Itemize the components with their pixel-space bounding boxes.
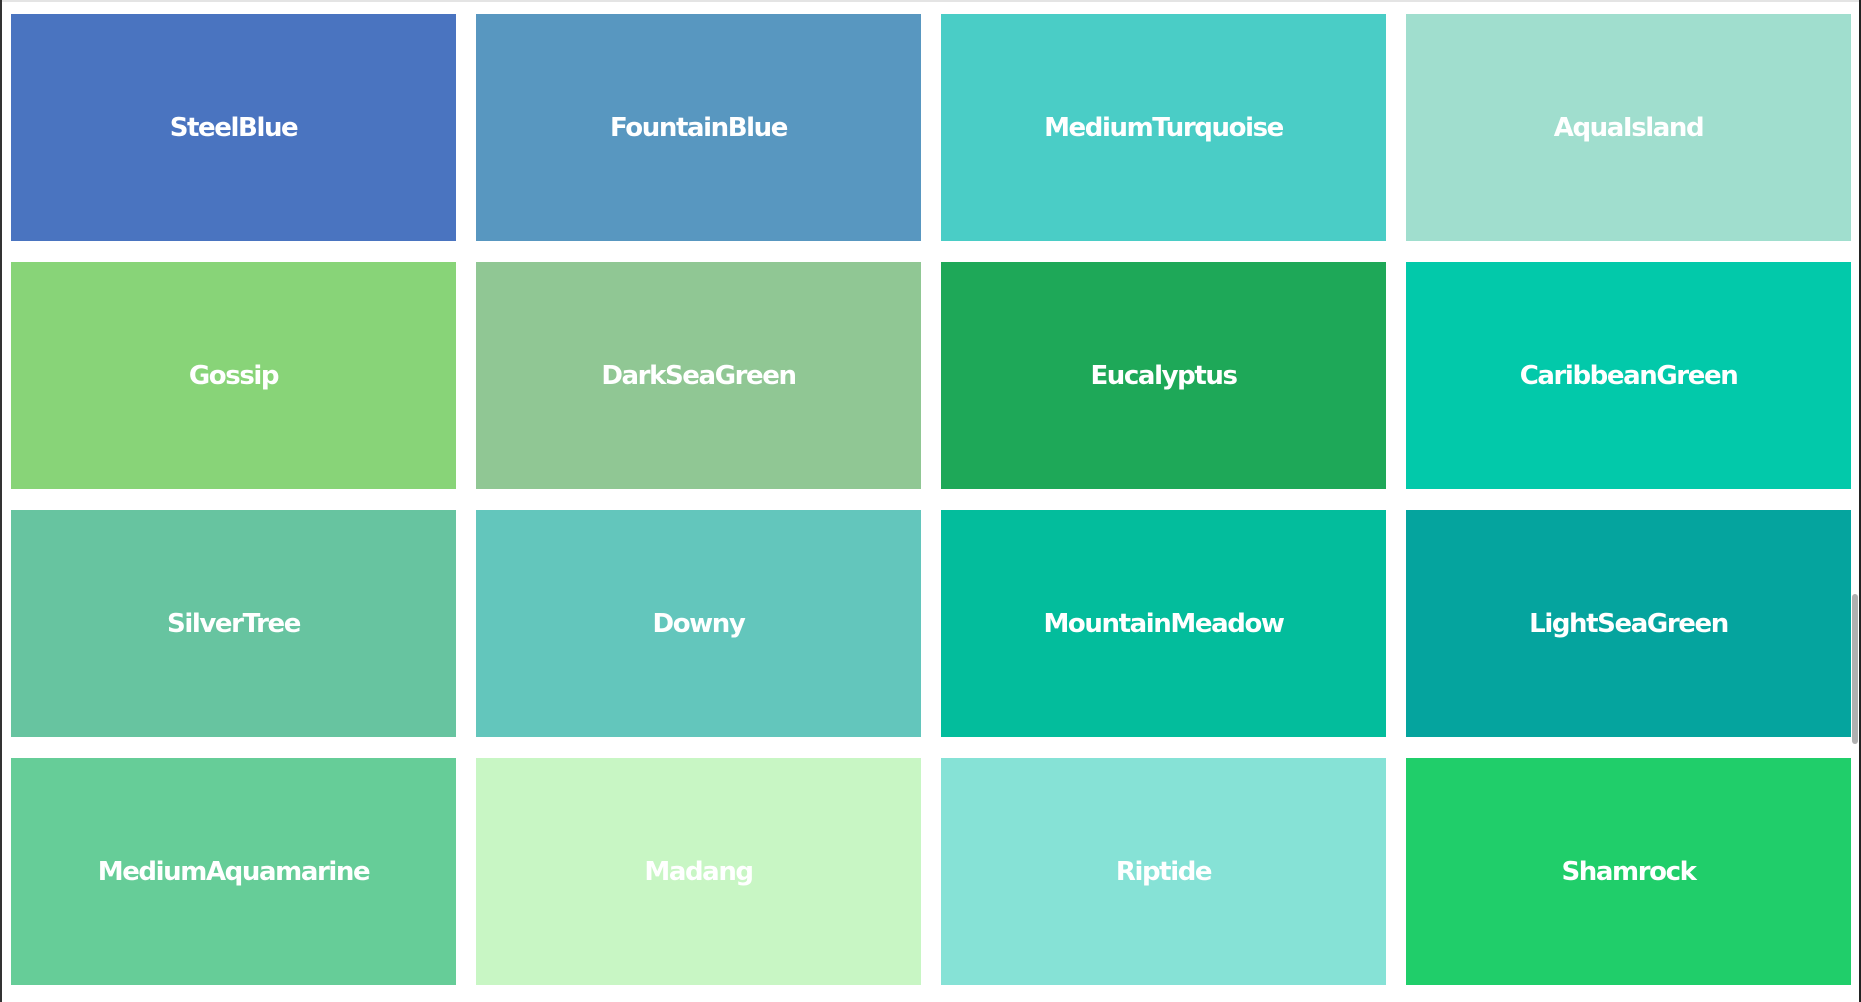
color-tile-label: SteelBlue (169, 112, 299, 143)
color-tile-label: LightSeaGreen (1529, 608, 1729, 639)
color-tile-silvertree[interactable]: SilverTree (11, 510, 456, 737)
color-tile-downy[interactable]: Downy (476, 510, 921, 737)
color-tile-aquaisland[interactable]: AquaIsland (1406, 14, 1851, 241)
color-tile-mountainmeadow[interactable]: MountainMeadow (941, 510, 1386, 737)
window-left-border (0, 0, 2, 1002)
color-tile-shamrock[interactable]: Shamrock (1406, 758, 1851, 985)
color-tile-darkseagreen[interactable]: DarkSeaGreen (476, 262, 921, 489)
color-tile-label: MountainMeadow (1043, 608, 1285, 639)
color-tile-eucalyptus[interactable]: Eucalyptus (941, 262, 1386, 489)
color-tile-label: SilverTree (167, 608, 301, 639)
color-tile-label: Gossip (188, 360, 280, 391)
color-tile-label: Riptide (1115, 856, 1213, 887)
window-top-border (0, 0, 1861, 2)
color-tile-mediumturquoise[interactable]: MediumTurquoise (941, 14, 1386, 241)
color-tile-fountainblue[interactable]: FountainBlue (476, 14, 921, 241)
color-tile-label: Downy (652, 608, 746, 639)
color-tile-label: Eucalyptus (1090, 360, 1238, 391)
color-tile-lightseagreen[interactable]: LightSeaGreen (1406, 510, 1851, 737)
scrollbar-track[interactable] (1851, 0, 1859, 1002)
color-tile-label: Shamrock (1561, 856, 1696, 887)
color-tile-madang[interactable]: Madang (476, 758, 921, 985)
scrollbar-thumb[interactable] (1852, 594, 1858, 744)
color-tile-label: DarkSeaGreen (601, 360, 797, 391)
color-tile-steelblue[interactable]: SteelBlue (11, 14, 456, 241)
color-tile-grid: SteelBlue FountainBlue MediumTurquoise Aqua… (11, 14, 1851, 985)
color-tile-mediumaquamarine[interactable]: MediumAquamarine (11, 758, 456, 985)
color-tile-label: AquaIsland (1553, 112, 1705, 143)
color-tile-label: Madang (644, 856, 754, 887)
color-tile-label: CaribbeanGreen (1519, 360, 1739, 391)
color-tile-riptide[interactable]: Riptide (941, 758, 1386, 985)
color-tile-label: MediumAquamarine (97, 856, 371, 887)
color-tile-caribbeangreen[interactable]: CaribbeanGreen (1406, 262, 1851, 489)
color-tile-label: FountainBlue (609, 112, 788, 143)
color-tile-gossip[interactable]: Gossip (11, 262, 456, 489)
color-tile-label: MediumTurquoise (1044, 112, 1284, 143)
